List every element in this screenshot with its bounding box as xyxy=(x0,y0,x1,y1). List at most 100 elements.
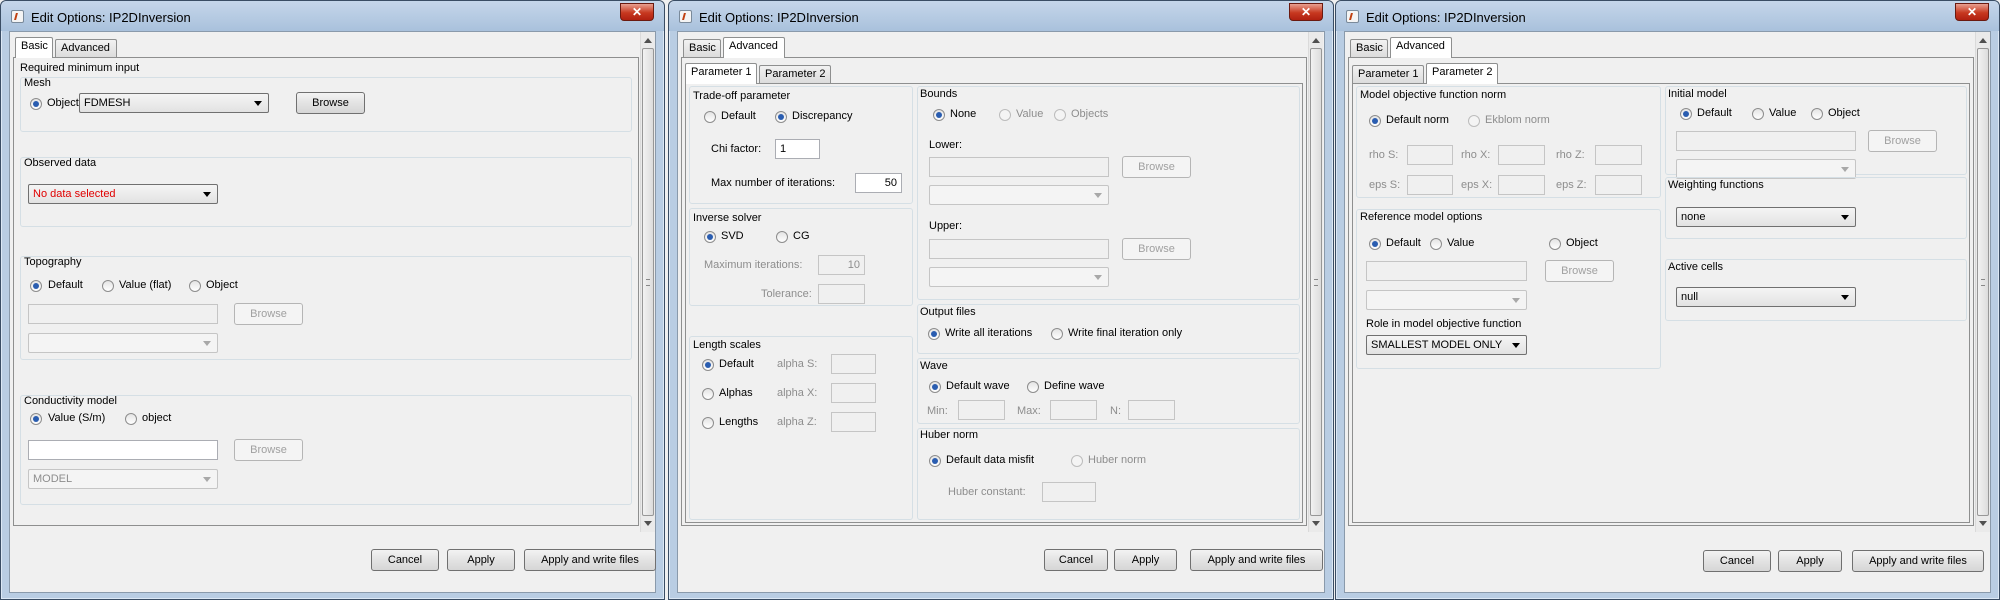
title-bar[interactable]: Edit Options: IP2DInversion ✕ xyxy=(669,1,1333,31)
cancel-button[interactable]: Cancel xyxy=(1044,549,1108,571)
vertical-scrollbar[interactable] xyxy=(640,32,655,532)
reference-object-radio[interactable] xyxy=(1549,238,1561,250)
close-button[interactable]: ✕ xyxy=(620,3,654,21)
initial-object-radio[interactable] xyxy=(1811,108,1823,120)
tab-basic[interactable]: Basic xyxy=(15,37,53,58)
bounds-objects-radio[interactable] xyxy=(1054,109,1066,121)
apply-button[interactable]: Apply xyxy=(1778,550,1842,572)
tab-parameter-1[interactable]: Parameter 1 xyxy=(1352,65,1424,83)
tradeoff-discrepancy-radio[interactable] xyxy=(775,111,787,123)
alpha-z-input[interactable] xyxy=(831,412,876,432)
vertical-scrollbar[interactable] xyxy=(1308,32,1323,532)
inverse-cg-radio[interactable] xyxy=(776,231,788,243)
bounds-none-radio[interactable] xyxy=(933,109,945,121)
lower-bound-select[interactable] xyxy=(929,185,1109,205)
norm-ekblom-radio[interactable] xyxy=(1468,115,1480,127)
mesh-object-radio[interactable] xyxy=(30,98,42,110)
conductivity-value-radio[interactable] xyxy=(30,413,42,425)
active-cells-select[interactable]: null xyxy=(1676,287,1856,307)
tab-basic[interactable]: Basic xyxy=(1350,39,1388,57)
conductivity-value-input[interactable] xyxy=(28,440,218,460)
upper-bound-input[interactable] xyxy=(929,239,1109,259)
initial-default-radio[interactable] xyxy=(1680,108,1692,120)
norm-default-radio[interactable] xyxy=(1369,115,1381,127)
role-select[interactable]: SMALLEST MODEL ONLY xyxy=(1366,335,1527,355)
huber-norm-radio[interactable] xyxy=(1071,455,1083,467)
cancel-button[interactable]: Cancel xyxy=(1703,550,1771,572)
eps-x-input[interactable] xyxy=(1498,175,1545,195)
scroll-down-icon[interactable] xyxy=(1979,521,1987,526)
initial-value-radio[interactable] xyxy=(1752,108,1764,120)
scroll-up-icon[interactable] xyxy=(644,38,652,43)
topography-value-radio[interactable] xyxy=(102,280,114,292)
topography-object-radio[interactable] xyxy=(189,280,201,292)
scrollbar-thumb[interactable] xyxy=(1310,48,1322,516)
output-all-radio[interactable] xyxy=(928,328,940,340)
tab-parameter-1[interactable]: Parameter 1 xyxy=(685,63,757,84)
initial-browse-button[interactable]: Browse xyxy=(1868,130,1937,152)
length-lengths-radio[interactable] xyxy=(702,417,714,429)
mesh-select[interactable]: FDMESH xyxy=(79,93,269,113)
upper-browse-button[interactable]: Browse xyxy=(1122,238,1191,260)
vertical-scrollbar[interactable] xyxy=(1975,32,1990,532)
chi-factor-input[interactable]: 1 xyxy=(775,139,820,159)
length-default-radio[interactable] xyxy=(702,359,714,371)
topography-default-radio[interactable] xyxy=(30,280,42,292)
lower-browse-button[interactable]: Browse xyxy=(1122,156,1191,178)
topography-browse-button[interactable]: Browse xyxy=(234,303,303,325)
apply-and-write-files-button[interactable]: Apply and write files xyxy=(524,549,656,571)
conductivity-browse-button[interactable]: Browse xyxy=(234,439,303,461)
tab-parameter-2[interactable]: Parameter 2 xyxy=(1426,63,1498,84)
eps-z-input[interactable] xyxy=(1595,175,1642,195)
topography-value-input[interactable] xyxy=(28,304,218,324)
output-final-radio[interactable] xyxy=(1051,328,1063,340)
wave-min-input[interactable] xyxy=(958,400,1005,420)
title-bar[interactable]: Edit Options: IP2DInversion ✕ xyxy=(1,1,664,31)
rho-x-input[interactable] xyxy=(1498,145,1545,165)
tab-advanced[interactable]: Advanced xyxy=(55,39,117,57)
close-button[interactable]: ✕ xyxy=(1955,3,1989,21)
length-alphas-radio[interactable] xyxy=(702,388,714,400)
wave-max-input[interactable] xyxy=(1050,400,1097,420)
scroll-up-icon[interactable] xyxy=(1312,38,1320,43)
observed-data-select[interactable]: No data selected xyxy=(28,184,218,204)
apply-button[interactable]: Apply xyxy=(1114,549,1177,571)
conductivity-model-select[interactable]: MODEL xyxy=(28,469,218,489)
wave-default-radio[interactable] xyxy=(929,381,941,393)
wave-n-input[interactable] xyxy=(1128,400,1175,420)
scroll-up-icon[interactable] xyxy=(1979,38,1987,43)
lower-bound-input[interactable] xyxy=(929,157,1109,177)
tolerance-input[interactable] xyxy=(818,284,865,304)
bounds-value-radio[interactable] xyxy=(999,109,1011,121)
scroll-down-icon[interactable] xyxy=(644,521,652,526)
max-iterations-solver-input[interactable]: 10 xyxy=(818,255,865,275)
apply-and-write-files-button[interactable]: Apply and write files xyxy=(1190,549,1323,571)
wave-define-radio[interactable] xyxy=(1027,381,1039,393)
tab-basic[interactable]: Basic xyxy=(683,39,721,57)
cancel-button[interactable]: Cancel xyxy=(371,549,439,571)
eps-s-input[interactable] xyxy=(1407,175,1453,195)
huber-constant-input[interactable] xyxy=(1042,482,1096,502)
reference-value-input[interactable] xyxy=(1366,261,1527,281)
tradeoff-default-radio[interactable] xyxy=(704,111,716,123)
scrollbar-thumb[interactable] xyxy=(642,48,654,516)
alpha-s-input[interactable] xyxy=(831,354,876,374)
reference-object-select[interactable] xyxy=(1366,290,1527,310)
rho-s-input[interactable] xyxy=(1407,145,1453,165)
initial-value-input[interactable] xyxy=(1676,131,1856,151)
max-iterations-input[interactable]: 50 xyxy=(855,173,902,193)
topography-object-select[interactable] xyxy=(28,333,218,353)
inverse-svd-radio[interactable] xyxy=(704,231,716,243)
reference-default-radio[interactable] xyxy=(1369,238,1381,250)
initial-object-select[interactable] xyxy=(1676,159,1856,179)
reference-browse-button[interactable]: Browse xyxy=(1545,260,1614,282)
scrollbar-thumb[interactable] xyxy=(1977,48,1989,516)
scroll-down-icon[interactable] xyxy=(1312,521,1320,526)
tab-parameter-2[interactable]: Parameter 2 xyxy=(759,65,831,83)
weighting-select[interactable]: none xyxy=(1676,207,1856,227)
tab-advanced[interactable]: Advanced xyxy=(723,37,785,58)
title-bar[interactable]: Edit Options: IP2DInversion ✕ xyxy=(1336,1,1999,31)
conductivity-object-radio[interactable] xyxy=(125,413,137,425)
alpha-x-input[interactable] xyxy=(831,383,876,403)
apply-button[interactable]: Apply xyxy=(447,549,515,571)
